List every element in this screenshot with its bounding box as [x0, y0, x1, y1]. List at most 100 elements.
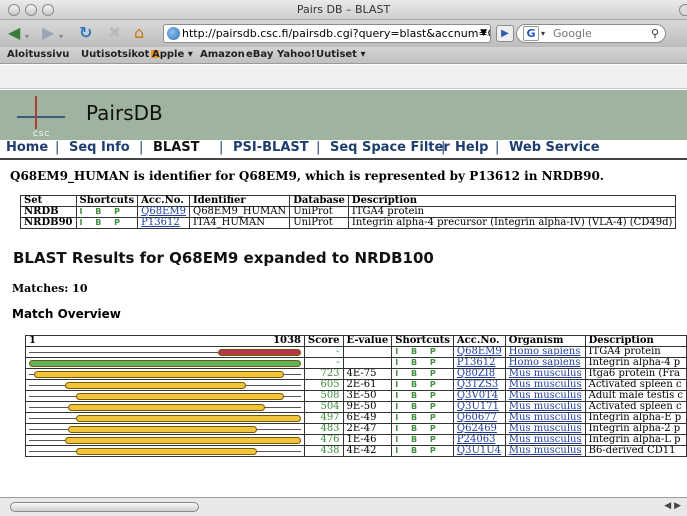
- shortcut-links[interactable]: I B P: [75, 206, 139, 218]
- shortcut-links[interactable]: I B P: [391, 346, 454, 358]
- menu-help[interactable]: Help: [455, 140, 488, 155]
- alignment-bar[interactable]: [64, 382, 246, 389]
- address-bar[interactable]: http://pairsdb.csc.fi/pairsdb.cgi?query=…: [163, 24, 491, 43]
- shortcut-links[interactable]: I B P: [391, 434, 454, 446]
- search-icon[interactable]: ⚲: [651, 25, 659, 42]
- accession-link[interactable]: Q3U171: [452, 401, 506, 413]
- evalue-cell: 6E-49: [342, 412, 393, 424]
- accession-link[interactable]: Q3U1U4: [452, 445, 506, 457]
- bookmark-aloitussivu[interactable]: Aloitussivu: [7, 49, 69, 60]
- overview-heading: Match Overview: [12, 307, 121, 321]
- menu-home[interactable]: Home: [6, 140, 48, 155]
- site-brand: PairsDB: [86, 101, 163, 125]
- table-row: - I B P P13612 Homo sapiens Integrin alpha-4…: [25, 357, 687, 369]
- accession-link[interactable]: Q68EM9: [452, 346, 506, 358]
- alignment-bar[interactable]: [67, 426, 257, 433]
- alignment-bar[interactable]: [76, 415, 302, 422]
- shortcut-links[interactable]: I B P: [391, 401, 454, 413]
- address-dropdown-icon[interactable]: ▼: [480, 25, 487, 42]
- google-icon[interactable]: G: [523, 26, 539, 41]
- shortcut-links[interactable]: I B P: [391, 379, 454, 391]
- col-shortcuts: Shortcuts: [75, 195, 139, 207]
- shortcut-links[interactable]: I B P: [391, 390, 454, 402]
- shortcut-links[interactable]: I B P: [391, 368, 454, 380]
- bookmark-amazon[interactable]: Amazon: [200, 49, 245, 60]
- back-dropdown-icon[interactable]: ▾: [25, 29, 29, 45]
- alignment-overview: [25, 423, 305, 435]
- organism-link[interactable]: Mus musculus: [504, 445, 586, 457]
- organism-link[interactable]: Mus musculus: [504, 379, 586, 391]
- alignment-overview: [25, 368, 305, 380]
- col-acc: Acc.No.: [137, 195, 190, 207]
- forward-arrow-icon[interactable]: ▶: [42, 25, 54, 41]
- search-engine-dropdown-icon[interactable]: ▾: [541, 25, 545, 42]
- organism-link[interactable]: Mus musculus: [504, 434, 586, 446]
- description-cell: Adult male testis c: [584, 390, 687, 402]
- organism-link[interactable]: Mus musculus: [504, 368, 586, 380]
- bookmark-ebay[interactable]: eBay: [246, 49, 273, 60]
- table-row: 508 3E-50 I B P Q3V0T4 Mus musculus Adult mal…: [25, 390, 687, 402]
- organism-link[interactable]: Mus musculus: [504, 423, 586, 435]
- description-cell: ITGA4 protein: [584, 346, 687, 358]
- csc-logo-text: CSC: [33, 130, 51, 138]
- alignment-bar[interactable]: [76, 448, 257, 455]
- alignment-bar[interactable]: [34, 371, 285, 378]
- bookmark-uutisotsikot[interactable]: Uutisotsikot: [81, 49, 160, 60]
- horizontal-scrollbar[interactable]: ◀ ▶: [0, 497, 687, 516]
- alignment-bar[interactable]: [76, 393, 285, 400]
- menu-web-service[interactable]: Web Service: [509, 140, 600, 155]
- shortcut-links[interactable]: I B P: [391, 423, 454, 435]
- search-placeholder: Google: [553, 27, 592, 40]
- home-icon[interactable]: ⌂: [134, 25, 144, 41]
- bookmark-yahoo[interactable]: Yahoo!: [277, 49, 316, 60]
- menu-psi-blast[interactable]: PSI-BLAST: [233, 140, 309, 155]
- shortcut-links[interactable]: I B P: [391, 357, 454, 369]
- stop-icon[interactable]: ✖: [108, 25, 121, 41]
- accession-link[interactable]: P13612: [452, 357, 506, 369]
- accession-link[interactable]: P24063: [452, 434, 506, 446]
- overview-start: 1: [29, 335, 36, 346]
- shortcut-links[interactable]: I B P: [391, 412, 454, 424]
- menu-seq-space-filter[interactable]: Seq Space Filter: [330, 140, 450, 155]
- description-cell: Activated spleen c: [584, 401, 687, 413]
- menu-blast[interactable]: BLAST: [153, 140, 199, 155]
- address-url: http://pairsdb.csc.fi/pairsdb.cgi?query=…: [182, 27, 490, 40]
- col-database: Database: [289, 195, 349, 207]
- search-field[interactable]: G ▾ Google ⚲: [516, 24, 666, 43]
- accession-link[interactable]: Q3V0T4: [452, 390, 506, 402]
- description-cell: B6-derived CD11: [584, 445, 687, 457]
- bookmark-apple[interactable]: Apple ▾: [152, 49, 193, 60]
- alignment-bar[interactable]: [217, 349, 302, 356]
- alignment-bar[interactable]: [28, 360, 302, 367]
- organism-link[interactable]: Homo sapiens: [504, 346, 586, 358]
- back-arrow-icon[interactable]: ◀: [8, 25, 20, 41]
- bookmark-uutiset[interactable]: Uutiset ▾: [316, 49, 365, 60]
- description-cell: Integrin alpha-2 p: [584, 423, 687, 435]
- menu-seq-info[interactable]: Seq Info: [69, 140, 130, 155]
- table-row: 497 6E-49 I B P Q60677 Mus musculus Integrin …: [25, 412, 687, 424]
- organism-link[interactable]: Mus musculus: [504, 390, 586, 402]
- alignment-bar[interactable]: [64, 437, 302, 444]
- organism-link[interactable]: Mus musculus: [504, 401, 586, 413]
- go-button[interactable]: ▶: [496, 25, 514, 42]
- accession-link[interactable]: Q62469: [452, 423, 506, 435]
- results-heading: BLAST Results for Q68EM9 expanded to NRD…: [13, 249, 434, 267]
- shortcut-links[interactable]: I B P: [75, 217, 139, 229]
- organism-link[interactable]: Homo sapiens: [504, 357, 586, 369]
- set-name: NRDB: [20, 206, 77, 218]
- alignment-bar[interactable]: [67, 404, 265, 411]
- set-table-header: Set Shortcuts Acc.No. Identifier Databas…: [20, 195, 677, 207]
- accession-link[interactable]: Q80ZI8: [452, 368, 506, 380]
- accession-link[interactable]: P13612: [137, 217, 190, 229]
- forward-dropdown-icon[interactable]: ▾: [59, 29, 63, 45]
- accession-link[interactable]: Q68EM9: [137, 206, 190, 218]
- scroll-arrows-icon[interactable]: ◀ ▶: [664, 501, 681, 511]
- toolbar-toggle-button[interactable]: [679, 4, 687, 16]
- shortcut-links[interactable]: I B P: [391, 445, 454, 457]
- reload-icon[interactable]: ↻: [79, 25, 92, 41]
- evalue-cell: 2E-47: [342, 423, 393, 435]
- scrollbar-thumb[interactable]: [10, 502, 199, 512]
- organism-link[interactable]: Mus musculus: [504, 412, 586, 424]
- accession-link[interactable]: Q60677: [452, 412, 506, 424]
- accession-link[interactable]: Q3TZS3: [452, 379, 506, 391]
